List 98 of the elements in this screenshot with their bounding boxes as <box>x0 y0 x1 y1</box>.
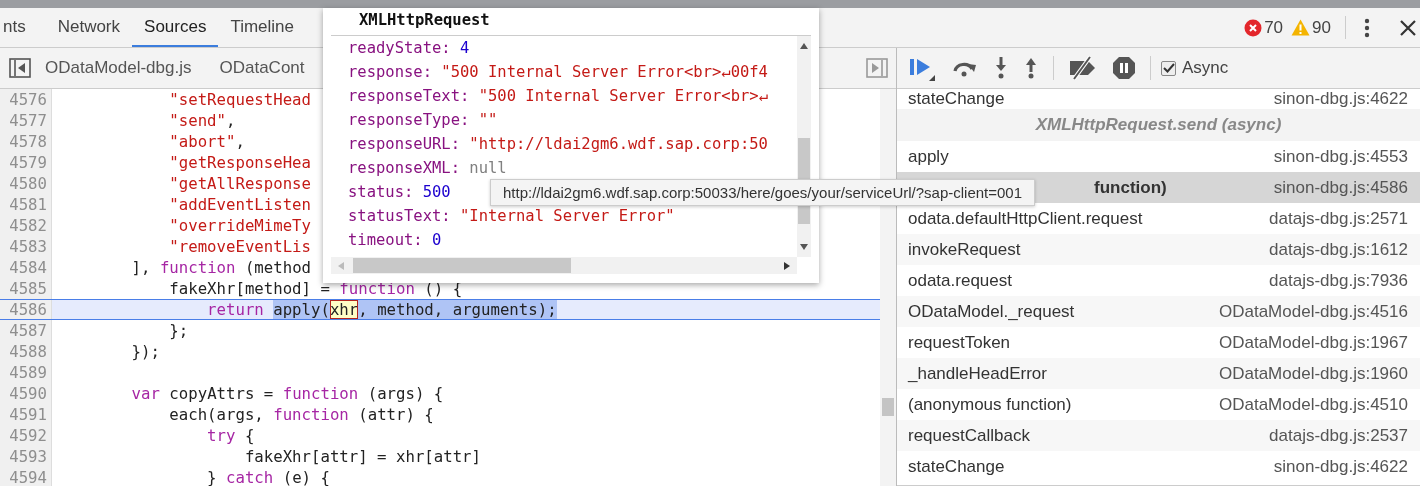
source-location[interactable]: sinon-dbg.js:4622 <box>1273 456 1408 477</box>
line-number: 4592 <box>0 425 52 446</box>
code-line: }; <box>168 321 189 340</box>
line-number: 4583 <box>0 236 52 257</box>
scrollbar-thumb[interactable] <box>882 398 894 416</box>
property-row-text: timeout: 0 <box>348 230 442 251</box>
property-row-text: responseXML: null <box>348 158 507 179</box>
property-row-text: responseURL: "http://ldai2gm6.wdf.sap.corp:50 <box>348 134 768 155</box>
source-location[interactable]: ODataModel-dbg.js:1960 <box>1219 363 1408 384</box>
line-number: 4581 <box>0 194 52 215</box>
close-icon[interactable] <box>1400 19 1416 36</box>
code-line: "abort", <box>168 132 245 151</box>
line-number: 4591 <box>0 404 52 425</box>
function-name: ODataModel._request <box>908 301 1075 322</box>
function-name: (anonymous function) <box>908 394 1072 415</box>
function-name: requestCallback <box>908 425 1030 446</box>
code-line: "removeEventLis <box>168 237 311 256</box>
scroll-down-icon[interactable] <box>799 243 809 251</box>
panel-tab[interactable]: nts <box>0 8 38 47</box>
call-frame[interactable]: invokeRequest datajs-dbg.js:1612 <box>897 234 1420 265</box>
source-location[interactable]: ODataModel-dbg.js:4510 <box>1219 394 1408 415</box>
scroll-right-icon[interactable] <box>783 260 791 271</box>
step-out-icon[interactable] <box>1023 56 1039 80</box>
line-number: 4580 <box>0 173 52 194</box>
code-line: var copyAttrs = function (args) { <box>130 384 444 403</box>
code-line: "setRequestHead <box>168 90 311 109</box>
property-row-text: statusText: "Internal Server Error" <box>348 206 675 227</box>
warning-icon <box>1291 19 1311 36</box>
line-number: 4587 <box>0 320 52 341</box>
code-line: "overrideMimeTy <box>168 216 311 235</box>
call-frame[interactable]: requestCallback datajs-dbg.js:2537 <box>897 420 1420 451</box>
property-row-text: responseType: "" <box>348 110 498 131</box>
code-line: } catch (e) { <box>206 468 330 486</box>
function-name: odata.request <box>908 270 1012 291</box>
property-row-text: readyState: 4 <box>348 38 470 59</box>
url-tooltip: http://ldai2gm6.wdf.sap.corp:50033/here/goes/your/serviceUrl/?sap-client=001 <box>490 179 1036 206</box>
code-line: }); <box>130 342 160 361</box>
code-line: try { <box>206 426 255 445</box>
line-number: 4594 <box>0 467 52 486</box>
property-row-text: responseText: "500 Internal Server Error<br>↵ <box>348 86 768 107</box>
more-menu-icon[interactable] <box>1364 17 1370 38</box>
line-number: 4588 <box>0 341 52 362</box>
code-line: ], function (method <box>130 258 312 277</box>
property-row-text: response: "500 Internal Server Error<br>↵00f4 <box>348 62 768 83</box>
async-checkbox[interactable]: Async <box>1161 58 1229 78</box>
function-name: requestToken <box>908 332 1011 353</box>
line-number: 4576 <box>0 89 52 110</box>
panel-tab[interactable]: Network <box>45 8 133 47</box>
code-line: return apply(xhr, method, arguments); <box>206 300 557 319</box>
source-location[interactable]: sinon-dbg.js:4586 <box>1273 177 1408 198</box>
scroll-up-icon[interactable] <box>799 42 809 50</box>
function-name: stateChange <box>908 89 1005 109</box>
function-name: invokeRequest <box>908 239 1021 260</box>
source-location[interactable]: datajs-dbg.js:7936 <box>1269 270 1408 291</box>
source-location[interactable]: datajs-dbg.js:2571 <box>1269 208 1408 229</box>
call-frame[interactable]: ODataModel._request ODataModel-dbg.js:4516 <box>897 296 1420 327</box>
pause-icon[interactable] <box>1112 56 1136 80</box>
line-number: 4578 <box>0 131 52 152</box>
error-count: 70 <box>1264 16 1284 39</box>
line-number: 4586 <box>0 300 52 319</box>
source-location[interactable]: ODataModel-dbg.js:4516 <box>1219 301 1408 322</box>
property-row-text: status: 500 <box>348 182 451 203</box>
code-line: fakeXhr[attr] = xhr[attr] <box>243 447 481 466</box>
checkmark-icon <box>1162 63 1175 73</box>
line-number: 4577 <box>0 110 52 131</box>
sidebar-toggle-icon[interactable] <box>9 58 31 78</box>
warning-count: 90 <box>1312 16 1331 39</box>
function-name: apply <box>908 146 949 167</box>
line-number: 4584 <box>0 257 52 278</box>
code-line: "getResponseHea <box>168 153 311 172</box>
function-name: function) <box>1094 177 1167 198</box>
error-icon <box>1244 18 1263 37</box>
source-location[interactable]: ODataModel-dbg.js:1967 <box>1219 332 1408 353</box>
line-number: 4589 <box>0 362 52 383</box>
panel-tab[interactable]: Timeline <box>218 8 307 47</box>
source-location[interactable]: sinon-dbg.js:4622 <box>1273 89 1408 109</box>
function-name: stateChange <box>908 456 1005 477</box>
file-tab[interactable]: ODataModel-dbg.js <box>45 58 192 78</box>
step-into-icon[interactable] <box>993 56 1009 80</box>
line-number: 4590 <box>0 383 52 404</box>
code-line: "getAllResponse <box>168 174 311 193</box>
call-frame[interactable]: _handleHeadError ODataModel-dbg.js:1960 <box>897 358 1420 389</box>
source-location[interactable]: datajs-dbg.js:2537 <box>1269 425 1408 446</box>
line-number: 4579 <box>0 152 52 173</box>
code-line: "addEventListen <box>168 195 311 214</box>
function-name: _handleHeadError <box>908 363 1047 384</box>
source-location[interactable]: sinon-dbg.js:4553 <box>1273 146 1408 167</box>
function-name: odata.defaultHttpClient.request <box>908 208 1143 229</box>
scrollbar-thumb[interactable] <box>353 258 571 273</box>
deactivate-breakpoints-icon[interactable] <box>1068 56 1098 80</box>
code-line: each(args, function (attr) { <box>168 405 434 424</box>
line-number: 4593 <box>0 446 52 467</box>
code-line: "send", <box>168 111 236 130</box>
file-tab[interactable]: ODataCont <box>219 58 305 78</box>
source-location[interactable]: datajs-dbg.js:1612 <box>1269 239 1408 260</box>
line-number: 4582 <box>0 215 52 236</box>
popover-title: XMLHttpRequest <box>331 8 811 36</box>
panel-toggle-icon[interactable] <box>866 58 888 78</box>
